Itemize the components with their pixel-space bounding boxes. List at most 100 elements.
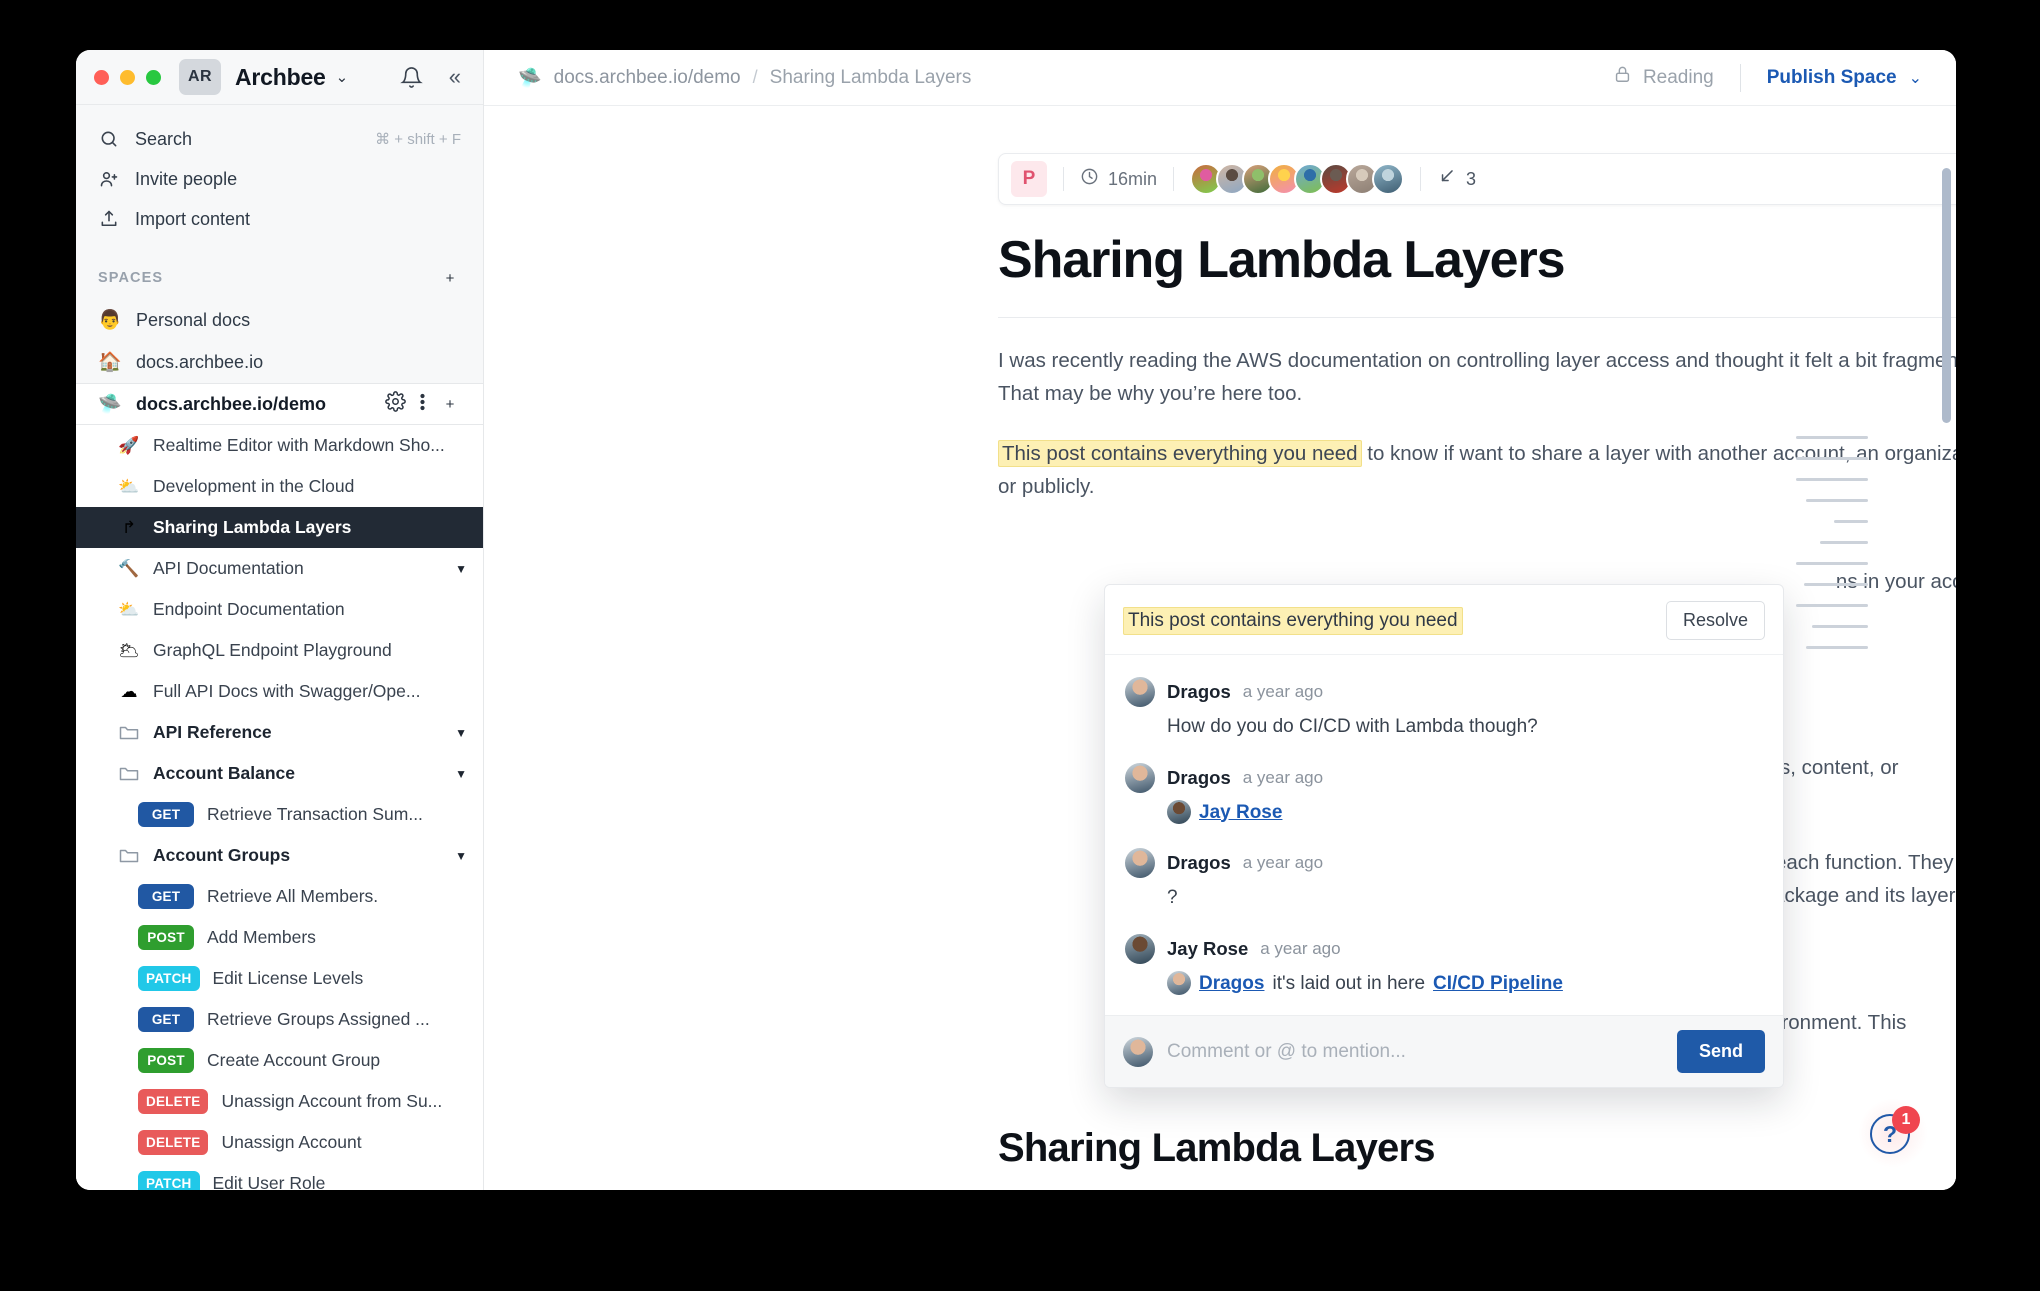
main-area: 🛸 docs.archbee.io/demo / Sharing Lambda … [484, 50, 1956, 1190]
avatar[interactable] [1372, 163, 1405, 195]
space-label: docs.archbee.io [136, 351, 264, 372]
tree-item-label: Create Account Group [207, 1050, 381, 1070]
mention-link[interactable]: Dragos [1199, 970, 1264, 998]
tree-item-retrieve-all-members[interactable]: GET Retrieve All Members. [76, 876, 483, 917]
tree-item-label: Retrieve Transaction Sum... [207, 804, 423, 824]
space-emoji-icon: 👨 [98, 310, 122, 331]
comment-body-text: it's laid out in here [1272, 972, 1426, 994]
help-widget[interactable]: ? 1 [1858, 1098, 1928, 1168]
close-window-button[interactable] [94, 69, 109, 85]
comment-text: Jay Rose [1167, 799, 1763, 827]
comment-popover: This post contains everything you need R… [1104, 584, 1784, 1089]
tree-item-endpoint-documentation[interactable]: ⛅ Endpoint Documentation [76, 589, 483, 630]
chevron-down-icon[interactable]: ▼ [445, 726, 467, 740]
more-options-icon[interactable] [420, 392, 425, 417]
comment-highlight[interactable]: This post contains everything you need [998, 439, 1362, 467]
app-window: AR Archbee ⌄ « Search ⌘ + shift + F Invi… [76, 50, 1956, 1190]
outline-bar [1834, 520, 1868, 523]
chevron-down-icon[interactable]: ▼ [445, 562, 467, 576]
document-tree: 🚀 Realtime Editor with Markdown Sho... ⛅ De… [76, 425, 483, 1190]
tree-item-development-in-the-cloud[interactable]: ⛅ Development in the Cloud [76, 466, 483, 507]
chevron-down-icon: ⌄ [1908, 69, 1922, 87]
tree-item-full-api-docs-with-swagger-ope[interactable]: ☁ Full API Docs with Swagger/Ope... [76, 671, 483, 712]
branch-count[interactable]: 3 [1437, 167, 1476, 191]
tree-item-emoji-icon: ⛅ [118, 599, 140, 619]
avatar [1167, 971, 1191, 996]
tree-item-unassign-account[interactable]: DELETE Unassign Account [76, 1122, 483, 1163]
reading-label: Reading [1642, 66, 1714, 88]
sidebar-item-invite-people[interactable]: Invite people [76, 159, 483, 199]
gear-icon[interactable] [385, 391, 406, 417]
sidebar-space-docs-archbee-io-demo[interactable]: 🛸 docs.archbee.io/demo + [76, 383, 483, 425]
document-outline-minimap[interactable] [1796, 436, 1868, 667]
document-link[interactable]: CI/CD Pipeline [1433, 970, 1563, 998]
breadcrumb-root-link[interactable]: docs.archbee.io/demo [554, 67, 741, 89]
comment-body-text: ? [1167, 887, 1178, 909]
breadcrumb-current: Sharing Lambda Layers [769, 66, 972, 88]
vertical-scrollbar[interactable] [1942, 168, 1951, 423]
avatar [1167, 800, 1191, 825]
tree-item-sharing-lambda-layers[interactable]: ↱ Sharing Lambda Layers [76, 507, 483, 548]
paragraph-intro: I was recently reading the AWS documenta… [998, 349, 1956, 406]
add-space-button[interactable]: + [439, 267, 461, 289]
bell-icon[interactable] [399, 66, 423, 89]
tree-item-edit-license-levels[interactable]: PATCH Edit License Levels [76, 958, 483, 999]
comment-timestamp: a year ago [1242, 767, 1324, 787]
workspace-name[interactable]: Archbee [235, 64, 326, 91]
tree-item-graphql-endpoint-playground[interactable]: 🌥 GraphQL Endpoint Playground [76, 630, 483, 671]
http-method-badge: DELETE [138, 1130, 209, 1155]
tree-item-label: Unassign Account [221, 1132, 362, 1152]
reading-mode-toggle[interactable]: Reading [1613, 65, 1714, 90]
resolve-button[interactable]: Resolve [1665, 601, 1765, 640]
tree-item-edit-user-role[interactable]: PATCH Edit User Role [76, 1163, 483, 1190]
comment-input[interactable] [1167, 1040, 1663, 1063]
send-button[interactable]: Send [1676, 1030, 1765, 1074]
tree-item-create-account-group[interactable]: POST Create Account Group [76, 1040, 483, 1081]
tree-item-retrieve-groups-assigned[interactable]: GET Retrieve Groups Assigned ... [76, 999, 483, 1040]
avatar [1125, 933, 1155, 964]
sidebar-space-personal-docs[interactable]: 👨 Personal docs [76, 299, 483, 341]
tree-item-label: Add Members [207, 927, 316, 947]
sidebar-item-import-content[interactable]: Import content [76, 199, 483, 239]
comment-composer: Send [1105, 1015, 1783, 1088]
add-document-button[interactable]: + [439, 393, 461, 415]
tree-item-api-reference[interactable]: API Reference ▼ [76, 712, 483, 753]
collapse-sidebar-icon[interactable]: « [449, 64, 461, 90]
comment-item: Dragos a year ago Jay Rose [1105, 751, 1783, 837]
chevron-down-icon[interactable]: ⌄ [336, 68, 349, 86]
tree-item-api-documentation[interactable]: 🔨 API Documentation ▼ [76, 548, 483, 589]
collaborator-avatars[interactable] [1190, 163, 1405, 195]
http-method-badge: POST [138, 1048, 194, 1073]
status-badge[interactable]: P [1011, 161, 1047, 197]
tree-item-add-members[interactable]: POST Add Members [76, 917, 483, 958]
mention-link[interactable]: Jay Rose [1199, 799, 1282, 827]
upload-icon [98, 209, 120, 229]
minimize-window-button[interactable] [120, 69, 135, 85]
publish-space-button[interactable]: Publish Space ⌄ [1767, 67, 1922, 89]
invite-person-icon [98, 169, 120, 189]
chevron-down-icon[interactable]: ▼ [445, 849, 467, 863]
workspace-avatar[interactable]: AR [179, 59, 221, 95]
chevron-down-icon[interactable]: ▼ [445, 767, 467, 781]
tree-item-label: API Documentation [153, 558, 304, 578]
search-icon [98, 129, 120, 149]
sidebar-item-label: Search [135, 128, 193, 149]
outline-bar [1806, 499, 1868, 502]
publish-space-label: Publish Space [1766, 66, 1897, 88]
tree-item-label: Account Balance [153, 763, 295, 783]
http-method-badge: GET [138, 1007, 194, 1032]
comment-text: Dragos it's laid out in here CI/CD Pipelin… [1167, 970, 1763, 998]
sidebar-space-docs-archbee-io[interactable]: 🏠 docs.archbee.io [76, 341, 483, 383]
tree-item-emoji-icon: 🚀 [118, 435, 140, 455]
tree-item-account-balance[interactable]: Account Balance ▼ [76, 753, 483, 794]
sidebar-item-search[interactable]: Search ⌘ + shift + F [76, 119, 483, 159]
tree-item-retrieve-transaction-sum[interactable]: GET Retrieve Transaction Sum... [76, 794, 483, 835]
tree-item-unassign-account-from-su[interactable]: DELETE Unassign Account from Su... [76, 1081, 483, 1122]
tree-item-label: Realtime Editor with Markdown Sho... [153, 435, 445, 455]
tree-item-label: Edit User Role [212, 1173, 326, 1190]
document-canvas: P 16min 3 Sharing Lambda Layers I was re… [484, 106, 1956, 1190]
tree-item-account-groups[interactable]: Account Groups ▼ [76, 835, 483, 876]
maximize-window-button[interactable] [146, 69, 161, 85]
tree-item-realtime-editor-with-markdown-sho[interactable]: 🚀 Realtime Editor with Markdown Sho... [76, 425, 483, 466]
tree-item-label: Endpoint Documentation [153, 599, 345, 619]
